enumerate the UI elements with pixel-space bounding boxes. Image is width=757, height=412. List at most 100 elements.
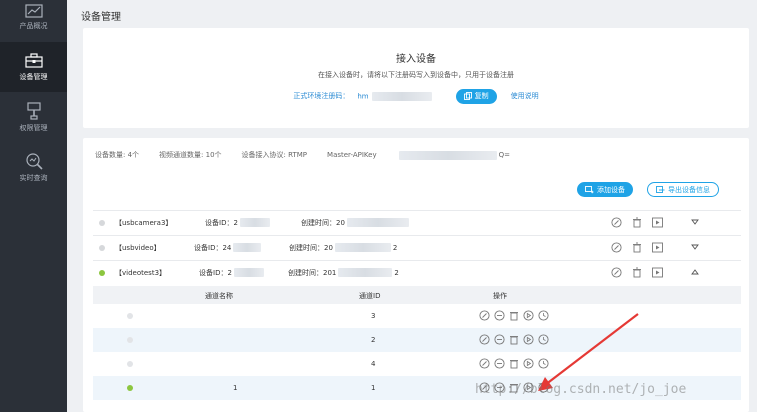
play-circle-icon[interactable]: [523, 334, 534, 345]
chevron-down-icon[interactable]: [691, 218, 699, 228]
edit-icon[interactable]: [611, 267, 622, 278]
play-window-icon[interactable]: [652, 242, 663, 253]
device-id-label: 设备ID：24: [194, 243, 232, 252]
channel-actions: [479, 358, 549, 369]
redacted-time: [334, 243, 391, 252]
access-title: 接入设备: [396, 54, 436, 65]
column-header-channel-id: 通道ID: [359, 292, 381, 300]
channel-row[interactable]: 2: [93, 328, 741, 352]
edit-icon[interactable]: [479, 334, 490, 345]
trash-icon[interactable]: [509, 358, 519, 369]
add-device-button[interactable]: 添加设备: [577, 182, 633, 197]
minus-circle-icon[interactable]: [494, 358, 505, 369]
channel-count: 视频通道数量: 10个: [159, 151, 222, 159]
trash-icon[interactable]: [509, 334, 519, 345]
device-row[interactable]: 【videotest3】 设备ID：2 创建时间：201 2: [93, 260, 741, 284]
device-list-card: 设备数量: 4个 视频通道数量: 10个 设备接入协议: RTMP Master…: [83, 138, 749, 412]
channel-name: 1: [233, 384, 238, 392]
device-time-label: 创建时间：20: [289, 243, 333, 252]
redacted-code: [371, 91, 432, 101]
sidebar-item-device-management[interactable]: 设备管理: [0, 42, 67, 92]
help-link[interactable]: 使用说明: [511, 91, 539, 101]
registration-code-prefix: hm: [357, 92, 369, 100]
device-row[interactable]: 【usbvideo】 设备ID：24 创建时间：20 2: [93, 235, 741, 259]
device-name: 【usbvideo】: [115, 243, 161, 252]
channel-id: 1: [371, 384, 376, 392]
redacted-time: [346, 218, 409, 227]
copy-button-label: 复制: [474, 92, 489, 100]
channel-row[interactable]: 4: [93, 352, 741, 376]
add-device-label: 添加设备: [597, 185, 625, 194]
device-actions: [611, 267, 663, 278]
sidebar-item-label: 产品概况: [19, 21, 48, 30]
status-dot: [99, 245, 105, 251]
trash-icon[interactable]: [509, 310, 519, 321]
device-row[interactable]: 【usbcamera3】 设备ID：2 创建时间：20: [93, 210, 741, 234]
export-icon: [656, 185, 665, 193]
device-actions: [611, 242, 663, 253]
edit-icon[interactable]: [611, 242, 622, 253]
device-name: 【usbcamera3】: [115, 218, 173, 227]
device-created-time: 创建时间：20 2: [289, 243, 397, 253]
sidebar-item-product-overview[interactable]: 产品概况: [0, 0, 67, 42]
chevron-down-icon[interactable]: [691, 243, 699, 253]
sidebar-item-realtime-query[interactable]: 实时查询: [0, 142, 67, 192]
clock-icon[interactable]: [538, 358, 549, 369]
copy-button[interactable]: 复制: [455, 88, 497, 104]
edit-icon[interactable]: [611, 217, 622, 228]
sidebar: 产品概况 设备管理 权限管理 实时查询: [0, 0, 67, 412]
registration-row: 正式环境注册码： hm 复制 使用说明: [83, 88, 749, 104]
export-device-button[interactable]: 导出设备信息: [647, 182, 719, 197]
watermark: http://blog.csdn.net/jo_joe: [475, 382, 687, 397]
device-actions: [611, 217, 663, 228]
access-device-card: 接入设备 在接入设备时，请将以下注册码写入到设备中，只用于设备注册 正式环境注册…: [83, 28, 749, 128]
magnifier-icon: [25, 152, 43, 170]
trash-icon[interactable]: [632, 267, 642, 278]
device-created-time: 创建时间：20: [301, 218, 409, 228]
status-dot-online: [99, 270, 105, 276]
device-id-label: 设备ID：2: [199, 268, 232, 277]
sidebar-item-permission-management[interactable]: 权限管理: [0, 92, 67, 142]
api-key-prefix: Master-APIKey: [327, 151, 377, 159]
status-dot: [127, 337, 133, 343]
main-content: 设备管理 接入设备 在接入设备时，请将以下注册码写入到设备中，只用于设备注册 正…: [67, 0, 757, 412]
api-key: Master-APIKey Q=: [327, 150, 530, 160]
stats-row: 设备数量: 4个 视频通道数量: 10个 设备接入协议: RTMP Master…: [95, 150, 550, 160]
status-dot: [99, 220, 105, 226]
channel-id: 3: [371, 312, 376, 320]
chevron-up-icon[interactable]: [691, 268, 699, 278]
api-key-suffix: Q=: [498, 151, 511, 159]
clock-icon[interactable]: [538, 310, 549, 321]
trash-icon[interactable]: [632, 242, 642, 253]
minus-circle-icon[interactable]: [494, 310, 505, 321]
device-time-tail: 2: [392, 243, 398, 252]
minus-circle-icon[interactable]: [494, 334, 505, 345]
channel-id: 2: [371, 336, 376, 344]
edit-icon[interactable]: [479, 358, 490, 369]
channel-actions: [479, 310, 549, 321]
device-id: 设备ID：2: [205, 218, 270, 228]
edit-icon[interactable]: [479, 310, 490, 321]
stamp-icon: [26, 101, 41, 120]
access-description: 在接入设备时，请将以下注册码写入到设备中，只用于设备注册: [318, 71, 514, 79]
device-name: 【videotest3】: [115, 268, 167, 277]
play-circle-icon[interactable]: [523, 310, 534, 321]
chart-icon: [24, 3, 43, 18]
device-count: 设备数量: 4个: [95, 151, 140, 159]
redacted-api-key: [398, 150, 497, 160]
play-circle-icon[interactable]: [523, 358, 534, 369]
device-time-label: 创建时间：201: [288, 268, 337, 277]
device-created-time: 创建时间：201 2: [288, 268, 399, 278]
copy-icon: [463, 92, 472, 100]
play-window-icon[interactable]: [652, 217, 663, 228]
clock-icon[interactable]: [538, 334, 549, 345]
redacted-id: [233, 268, 264, 277]
registration-code: hm: [357, 91, 432, 101]
column-header-actions: 操作: [493, 292, 507, 300]
play-window-icon[interactable]: [652, 267, 663, 278]
add-device-icon: [585, 185, 594, 193]
status-dot: [127, 313, 133, 319]
briefcase-icon: [24, 52, 43, 68]
trash-icon[interactable]: [632, 217, 642, 228]
channel-row[interactable]: 3: [93, 304, 741, 328]
